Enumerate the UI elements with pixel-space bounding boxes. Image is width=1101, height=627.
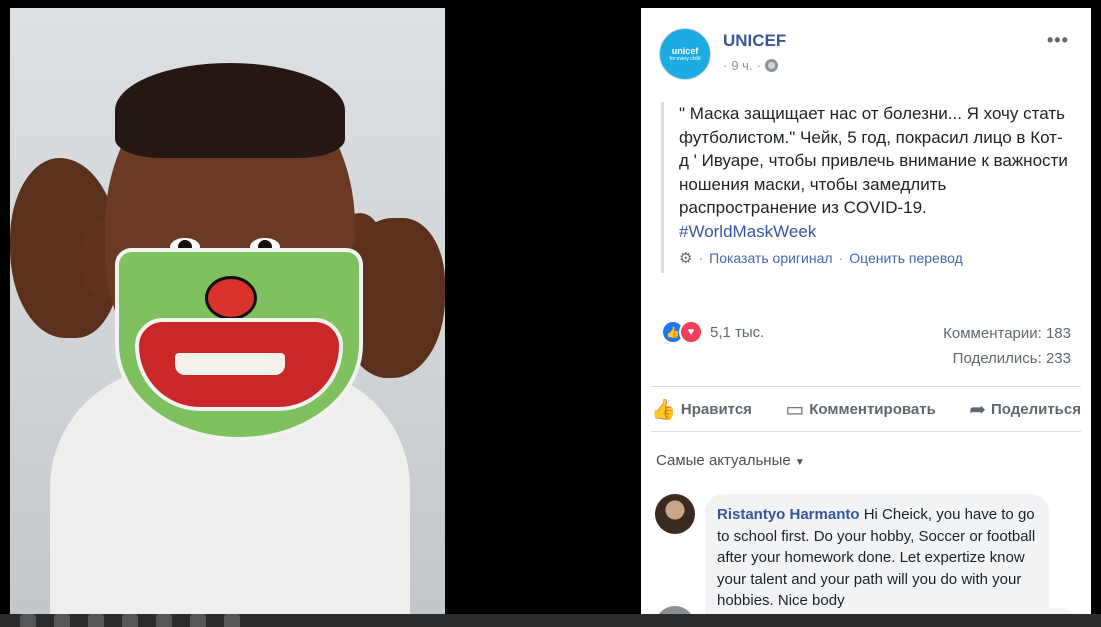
reaction-summary[interactable]: 👍 ♥ 5,1 тыс. (661, 320, 764, 344)
taskbar-app-icon[interactable] (156, 614, 172, 627)
chevron-down-icon: ▼ (794, 457, 805, 468)
share-button[interactable]: ➦ Поделиться (969, 397, 1081, 422)
post-panel: unicef for every child UNICEF · 9 ч. · •… (641, 8, 1091, 614)
post-text: " Маска защищает нас от болезни... Я хоч… (679, 104, 1068, 217)
photo-painted-nose (205, 276, 257, 320)
rate-translation-link[interactable]: Оценить перевод (849, 250, 963, 266)
action-bar: 👍 Нравится ▭ Комментировать ➦ Поделиться (651, 386, 1081, 432)
post-meta: · 9 ч. · (723, 58, 778, 73)
page-name-link[interactable]: UNICEF (723, 31, 786, 51)
photo-teeth (175, 353, 285, 375)
taskbar-app-icon[interactable] (88, 614, 104, 627)
taskbar-app-icon[interactable] (122, 614, 138, 627)
commenter-avatar[interactable] (655, 494, 695, 534)
globe-icon (764, 59, 778, 72)
taskbar (0, 614, 1101, 627)
share-label: Поделиться (990, 400, 1081, 418)
like-button[interactable]: 👍 Нравится (651, 397, 752, 422)
comments-count[interactable]: Комментарии: 183 (943, 325, 1071, 342)
comment-bubble-icon: ▭ (785, 398, 805, 421)
post-time[interactable]: 9 ч. (731, 58, 752, 73)
reaction-count[interactable]: 5,1 тыс. (710, 324, 764, 341)
sort-label: Самые актуальные (656, 452, 791, 469)
taskbar-app-icon[interactable] (20, 614, 36, 627)
translation-row: ⚙ · Показать оригинал · Оценить перевод (679, 249, 963, 267)
taskbar-app-icon[interactable] (224, 614, 240, 627)
comment-label: Комментировать (809, 400, 936, 418)
meta-dot: · (723, 58, 728, 73)
gear-icon[interactable]: ⚙ (679, 249, 692, 267)
like-label: Нравится (680, 400, 752, 418)
love-reaction-icon: ♥ (679, 320, 703, 344)
comment-bubble: Ristantyo Harmanto Hi Cheick, you have t… (705, 494, 1049, 614)
post-photo[interactable] (10, 8, 445, 614)
post-text-block: " Маска защищает нас от болезни... Я хоч… (661, 102, 1071, 273)
avatar-logo-subtext: for every child (669, 56, 701, 62)
comment-sort-dropdown[interactable]: Самые актуальные ▼ (656, 452, 805, 469)
taskbar-app-icon[interactable] (54, 614, 70, 627)
thumbs-up-icon: 👍 (651, 398, 676, 421)
page-avatar[interactable]: unicef for every child (659, 28, 711, 80)
commenter-name[interactable]: Ristantyo Harmanto (717, 506, 860, 523)
share-arrow-icon: ➦ (969, 398, 986, 421)
comment-button[interactable]: ▭ Комментировать (785, 397, 935, 422)
meta-dot: · (756, 58, 761, 73)
show-original-link[interactable]: Показать оригинал (709, 250, 832, 266)
next-commenter-avatar[interactable] (655, 606, 695, 614)
more-options-icon[interactable]: ••• (1047, 30, 1069, 51)
photo-hair (115, 63, 345, 158)
taskbar-app-icon[interactable] (190, 614, 206, 627)
hashtag-link[interactable]: #WorldMaskWeek (679, 220, 1071, 244)
avatar-logo-text: unicef (671, 46, 699, 56)
shares-count[interactable]: Поделились: 233 (953, 350, 1071, 367)
